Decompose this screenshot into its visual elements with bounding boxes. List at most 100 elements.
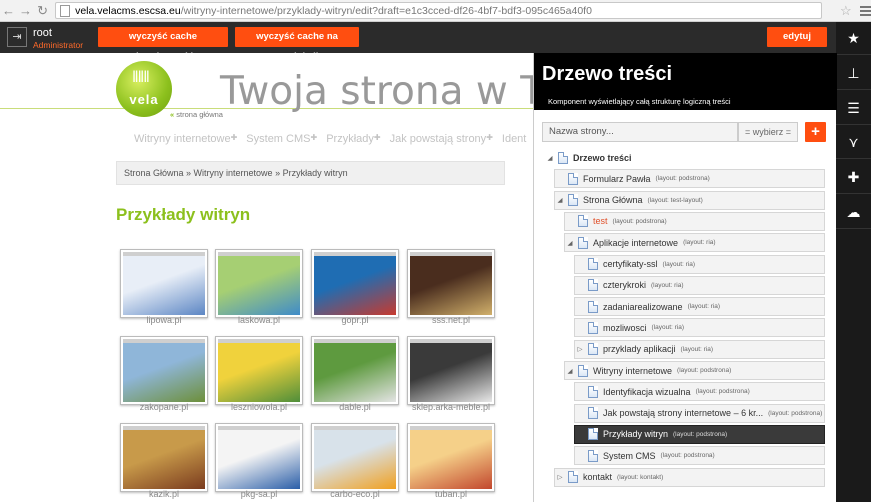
page-icon — [588, 343, 598, 356]
site-thumbnail[interactable] — [120, 249, 208, 318]
clear-dev-cache-button[interactable]: wyczyść cache deweloperski — [98, 27, 228, 62]
add-page-button[interactable]: + — [805, 122, 826, 142]
site-thumbnail[interactable] — [215, 249, 303, 318]
site-thumbnail[interactable] — [407, 423, 495, 492]
star-icon[interactable]: ★ — [836, 22, 871, 55]
tree-node-layout: (layout: podstrona) — [673, 430, 728, 438]
thumbnail-image — [410, 339, 492, 402]
tree-node-layout: (layout: podstrona) — [612, 217, 667, 225]
tree-node-label: Drzewo treści — [573, 152, 632, 163]
sitemap-icon[interactable]: ⊥ — [836, 57, 871, 90]
site-thumbnail[interactable] — [120, 336, 208, 405]
tree-node[interactable]: System CMS (layout: podstrona) — [574, 446, 825, 466]
tree-node[interactable]: ◢ Witryny internetowe (layout: podstrona) — [564, 361, 825, 380]
tree-node-label: Witryny internetowe — [593, 365, 673, 376]
clear-prod-cache-button[interactable]: wyczyść cache na produkcji — [235, 27, 359, 62]
tree-node-label: System CMS — [603, 450, 656, 461]
tree-node[interactable]: Przykłady witryn (layout: podstrona) — [574, 424, 825, 444]
thumbnail-label[interactable]: pkg-sa.pl — [215, 489, 303, 499]
page-icon — [588, 385, 598, 398]
address-bar[interactable]: vela.velacms.escsa.eu/witryny-internetow… — [55, 2, 822, 19]
site-thumbnail[interactable] — [120, 423, 208, 492]
site-thumbnail[interactable] — [311, 249, 399, 318]
tree-node[interactable]: zadaniarealizowane (layout: ria) — [574, 297, 825, 317]
site-thumbnail[interactable] — [215, 423, 303, 492]
tree-toggle-icon[interactable]: ◢ — [555, 196, 565, 204]
tree-node-label: test — [593, 216, 608, 227]
thumbnail-image — [123, 339, 205, 402]
browser-menu-icon[interactable] — [859, 5, 871, 16]
thumbnail-label[interactable]: gopr.pl — [311, 315, 399, 325]
share-icon[interactable]: ⋎ — [836, 126, 871, 159]
menu-item[interactable]: Jak powstają strony✚ — [390, 133, 493, 145]
tree-toggle-icon[interactable]: ▷ — [575, 345, 585, 353]
tree-toggle-icon[interactable]: ◢ — [565, 239, 575, 247]
tree-node[interactable]: mozliwosci (layout: ria) — [574, 318, 825, 338]
tree-node[interactable]: ◢ Strona Główna (layout: test-layout) — [554, 190, 825, 210]
thumbnail-label[interactable]: lipowa.pl — [120, 315, 208, 325]
forward-icon[interactable]: → — [17, 3, 34, 18]
thumbnail-label[interactable]: tuban.pl — [407, 489, 495, 499]
breadcrumb: Strona Główna » Witryny internetowe » Pr… — [116, 161, 505, 185]
reload-icon[interactable]: ↻ — [34, 3, 51, 19]
tree-node[interactable]: Formularz Pawła (layout: podstrona) — [554, 169, 825, 189]
menu-item[interactable]: Przykłady✚ — [326, 133, 380, 145]
site-thumbnail[interactable] — [311, 423, 399, 492]
tree-node[interactable]: ▷ kontakt (layout: kontakt) — [554, 467, 825, 487]
edit-button[interactable]: edytuj — [767, 27, 827, 47]
tree-node-layout: (layout: ria) — [683, 239, 716, 247]
page-search-input[interactable]: Nazwa strony... — [542, 122, 738, 142]
thumbnail-label[interactable]: laskowa.pl — [215, 315, 303, 325]
thumbnail-image — [314, 252, 396, 315]
tree-node[interactable]: Jak powstają strony internetowe – 6 kr..… — [574, 403, 825, 423]
tree-node[interactable]: ▷ przyklady aplikacji (layout: ria) — [574, 339, 825, 359]
logout-icon[interactable]: ⇥ — [7, 27, 27, 47]
thumbnail-label[interactable]: zakopane.pl — [120, 402, 208, 412]
panel-title: Drzewo treści — [542, 63, 673, 85]
thumbnail-image — [410, 426, 492, 489]
tree-node-label: Formularz Pawła — [583, 173, 651, 184]
tree-node[interactable]: czterykroki (layout: ria) — [574, 275, 825, 295]
home-link[interactable]: « strona główna — [170, 110, 223, 119]
tree-node-label: Aplikacje internetowe — [593, 237, 679, 248]
thumbnail-label[interactable]: dable.pl — [311, 402, 399, 412]
tree-node[interactable]: certyfikaty-ssl (layout: ria) — [574, 254, 825, 274]
tree-node[interactable]: test (layout: podstrona) — [564, 211, 825, 231]
tree-node-layout: (layout: podstrona) — [768, 409, 823, 417]
tree-node-label: czterykroki — [603, 280, 647, 291]
thumbnail-label[interactable]: carbo-eco.pl — [311, 489, 399, 499]
thumbnail-label[interactable]: sss.net.pl — [407, 315, 495, 325]
layout-filter-select[interactable]: = wybierz = — [738, 122, 798, 142]
tree-node[interactable]: ◢ Aplikacje internetowe (layout: ria) — [564, 233, 825, 253]
list-icon[interactable]: ☰ — [836, 92, 871, 125]
tree-root-node[interactable]: ◢ Drzewo treści — [544, 148, 825, 167]
tree-toggle-icon[interactable]: ▷ — [555, 473, 565, 481]
puzzle-icon[interactable]: ✚ — [836, 161, 871, 194]
logo-text: vela — [129, 92, 159, 107]
thumbnail-label[interactable]: kazik.pl — [120, 489, 208, 499]
cloud-upload-icon[interactable]: ☁ — [836, 196, 871, 229]
tree-node-layout: (layout: ria) — [651, 281, 684, 289]
menu-item[interactable]: Ident — [502, 133, 526, 145]
tree-toggle-icon[interactable]: ◢ — [565, 367, 575, 375]
panel-subtitle: Komponent wyświetlający całą strukturę l… — [548, 97, 731, 106]
site-thumbnail[interactable] — [215, 336, 303, 405]
tree-node-label: mozliwosci — [603, 322, 647, 333]
back-icon[interactable]: ← — [0, 3, 17, 18]
tree-node-label: zadaniarealizowane — [603, 301, 683, 312]
bookmark-star-icon[interactable]: ☆ — [840, 3, 852, 19]
panel-header: Drzewo treści Komponent wyświetlający ca… — [534, 53, 837, 110]
menu-item[interactable]: System CMS✚ — [246, 133, 317, 145]
home-arrow: « — [170, 110, 175, 119]
vela-logo[interactable]: ǁǁǁ vela — [116, 61, 172, 117]
tree-toggle-icon[interactable]: ◢ — [545, 154, 555, 162]
tree-node[interactable]: Identyfikacja wizualna (layout: podstrona… — [574, 382, 825, 402]
url-domain: vela.velacms.escsa.eu — [75, 4, 181, 17]
thumbnail-label[interactable]: sklep.arka-meble.pl — [407, 402, 495, 412]
thumbnail-label[interactable]: leszniowola.pl — [215, 402, 303, 412]
site-thumbnail[interactable] — [311, 336, 399, 405]
site-thumbnail[interactable] — [407, 249, 495, 318]
thumbnail-image — [314, 339, 396, 402]
menu-item[interactable]: Witryny internetowe✚ — [134, 133, 237, 145]
site-thumbnail[interactable] — [407, 336, 495, 405]
